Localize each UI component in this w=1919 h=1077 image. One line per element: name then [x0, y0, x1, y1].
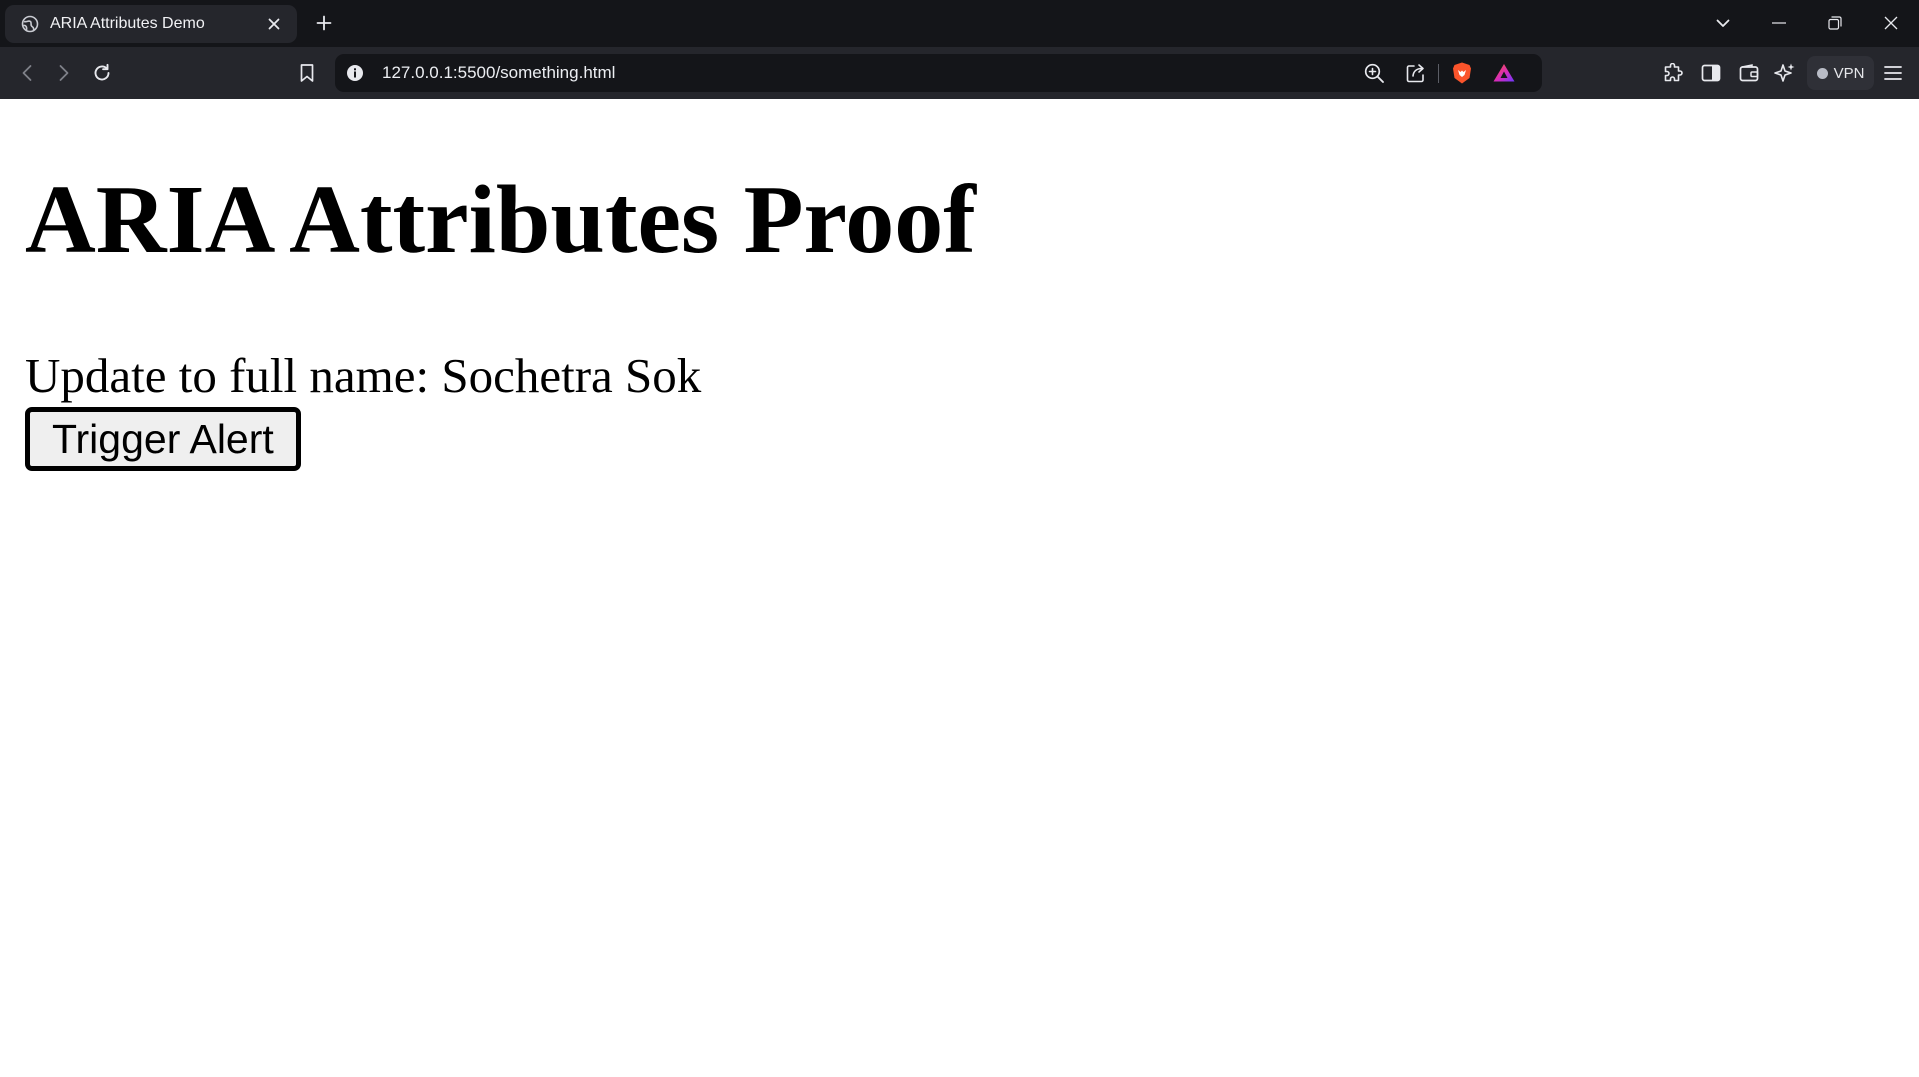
page-title: ARIA Attributes Proof — [25, 166, 976, 274]
brave-rewards-icon[interactable] — [1491, 61, 1517, 85]
url-text[interactable]: 127.0.0.1:5500/something.html — [382, 63, 615, 83]
omnibox-divider — [1438, 64, 1439, 83]
trigger-alert-button[interactable]: Trigger Alert — [25, 407, 301, 471]
tab-active[interactable]: ARIA Attributes Demo — [5, 5, 297, 43]
vpn-status-icon — [1816, 67, 1828, 79]
globe-icon — [20, 15, 39, 34]
new-tab-icon[interactable] — [312, 11, 336, 35]
close-window-icon[interactable] — [1863, 10, 1919, 36]
tab-strip: ARIA Attributes Demo — [0, 0, 1919, 47]
sidebar-icon[interactable] — [1698, 60, 1724, 86]
leo-ai-icon[interactable] — [1772, 60, 1798, 86]
forward-icon[interactable] — [51, 60, 77, 86]
restore-icon[interactable] — [1807, 10, 1863, 36]
tab-title: ARIA Attributes Demo — [50, 15, 205, 32]
full-name-status-text: Update to full name: Sochetra Sok — [25, 348, 702, 403]
window-controls — [1695, 10, 1919, 36]
reload-icon[interactable] — [89, 60, 115, 86]
site-info-icon[interactable] — [345, 63, 365, 83]
vpn-label: VPN — [1833, 64, 1865, 82]
toolbar: 127.0.0.1:5500/something.html VPN — [0, 47, 1919, 99]
wallet-icon[interactable] — [1736, 60, 1762, 86]
zoom-icon[interactable] — [1361, 61, 1387, 85]
tab-close-icon[interactable] — [263, 13, 285, 35]
browser-window: ARIA Attributes Demo 127.0.0.1:5500/some… — [0, 0, 1919, 1077]
extensions-icon[interactable] — [1660, 60, 1686, 86]
bookmark-icon[interactable] — [294, 60, 320, 86]
tab-search-chevron-down-icon[interactable] — [1695, 10, 1751, 36]
address-bar[interactable]: 127.0.0.1:5500/something.html — [335, 54, 1542, 92]
brave-shields-icon[interactable] — [1449, 61, 1475, 85]
share-icon[interactable] — [1403, 61, 1429, 85]
page-viewport: ARIA Attributes Proof Update to full nam… — [0, 99, 1919, 1077]
menu-icon[interactable] — [1880, 60, 1906, 86]
minimize-icon[interactable] — [1751, 10, 1807, 36]
vpn-button[interactable]: VPN — [1807, 56, 1874, 90]
back-icon[interactable] — [14, 60, 40, 86]
